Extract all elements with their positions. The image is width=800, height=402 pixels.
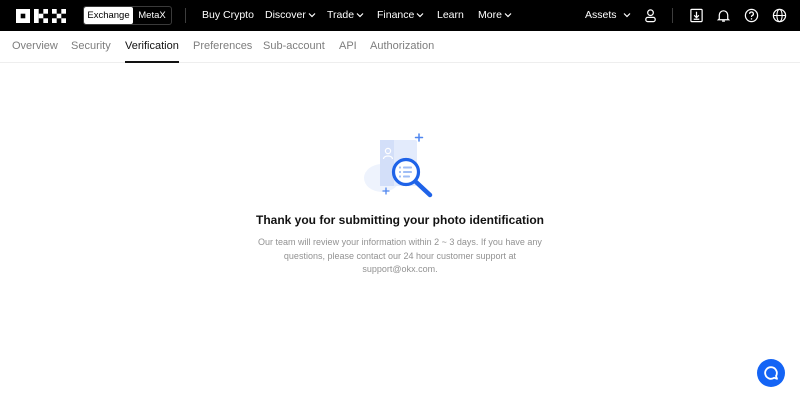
nav-label: More bbox=[478, 9, 502, 21]
user-icon[interactable] bbox=[643, 8, 658, 23]
chevron-down-icon bbox=[416, 13, 424, 18]
nav-label: Finance bbox=[377, 9, 415, 21]
status-description: Our team will review your information wi… bbox=[258, 237, 542, 274]
exchange-metax-switch: Exchange MetaX bbox=[83, 6, 172, 25]
help-icon[interactable] bbox=[744, 8, 759, 23]
nav-finance[interactable]: Finance bbox=[377, 0, 424, 31]
nav-learn[interactable]: Learn bbox=[437, 0, 464, 31]
tab-verification[interactable]: Verification bbox=[125, 31, 179, 63]
bell-icon[interactable] bbox=[716, 8, 731, 23]
chevron-down-icon bbox=[356, 13, 364, 18]
tab-sub-account[interactable]: Sub-account bbox=[263, 31, 325, 63]
tab-security[interactable]: Security bbox=[71, 31, 111, 63]
okx-logo[interactable] bbox=[16, 9, 68, 23]
nav-label: Discover bbox=[265, 9, 306, 21]
nav-more[interactable]: More bbox=[478, 0, 512, 31]
globe-icon[interactable] bbox=[772, 8, 787, 23]
nav-label: Buy Crypto bbox=[202, 9, 254, 21]
nav-divider bbox=[672, 8, 673, 23]
tab-overview[interactable]: Overview bbox=[12, 31, 58, 63]
nav-divider bbox=[185, 8, 186, 23]
nav-assets[interactable]: Assets bbox=[585, 0, 631, 31]
nav-buy-crypto[interactable]: Buy Crypto bbox=[202, 0, 254, 31]
nav-discover[interactable]: Discover bbox=[265, 0, 316, 31]
metax-toggle[interactable]: MetaX bbox=[133, 7, 171, 24]
nav-label: Assets bbox=[585, 9, 617, 21]
tab-preferences[interactable]: Preferences bbox=[193, 31, 252, 63]
top-navigation-bar: Exchange MetaX Buy Crypto Discover Trade… bbox=[0, 0, 800, 31]
document-search-icon bbox=[364, 133, 433, 198]
nav-trade[interactable]: Trade bbox=[327, 0, 364, 31]
chevron-down-icon bbox=[308, 13, 316, 18]
chevron-down-icon bbox=[623, 13, 630, 18]
account-tabs: Overview Security Verification Preferenc… bbox=[0, 31, 800, 63]
chevron-down-icon bbox=[504, 13, 512, 18]
tab-api[interactable]: API bbox=[339, 31, 357, 63]
exchange-toggle[interactable]: Exchange bbox=[84, 7, 133, 24]
nav-label: Learn bbox=[437, 9, 464, 21]
download-icon[interactable] bbox=[689, 8, 704, 23]
chat-support-button[interactable] bbox=[757, 359, 785, 387]
tab-authorization[interactable]: Authorization bbox=[370, 31, 434, 63]
chat-bubble-icon bbox=[764, 366, 778, 380]
page-title: Thank you for submitting your photo iden… bbox=[256, 213, 544, 227]
nav-label: Trade bbox=[327, 9, 355, 21]
